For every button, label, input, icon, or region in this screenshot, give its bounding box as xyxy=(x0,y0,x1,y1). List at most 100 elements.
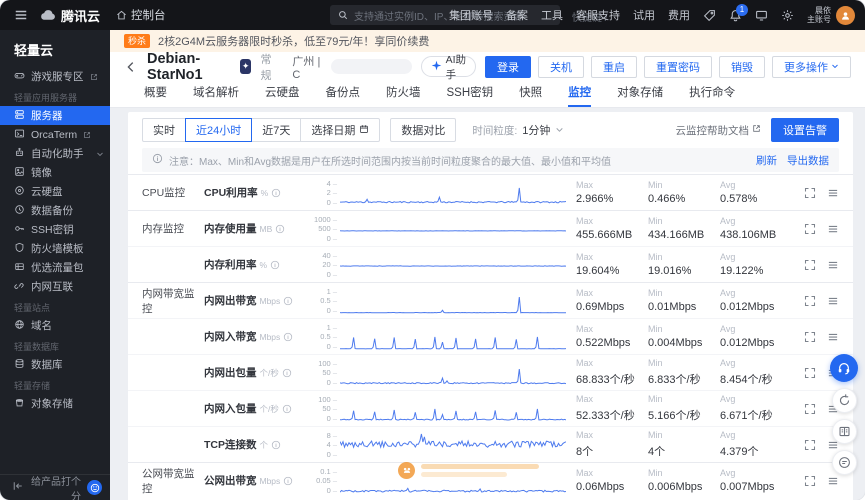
tab-执行命令[interactable]: 执行命令 xyxy=(689,84,735,107)
row-menu-icon[interactable] xyxy=(827,331,839,343)
sparkline-chart-CPU利用率[interactable] xyxy=(340,180,566,206)
set-alarm-button[interactable]: 设置告警 xyxy=(771,118,839,142)
tab-概要[interactable]: 概要 xyxy=(144,84,167,107)
expand-chart-icon[interactable] xyxy=(804,331,816,343)
notification-bell-icon[interactable]: 1 xyxy=(729,3,748,22)
tab-防火墙[interactable]: 防火墙 xyxy=(386,84,421,107)
promotion-tag-icon[interactable] xyxy=(703,9,716,22)
sparkline-chart-TCP连接数[interactable] xyxy=(340,432,566,458)
expand-chart-icon[interactable] xyxy=(804,187,816,199)
granularity-select[interactable]: 时间粒度: 1分钟 xyxy=(472,121,564,139)
topbar-menu-1[interactable]: 备案 xyxy=(506,7,528,23)
action-button-关机[interactable]: 关机 xyxy=(538,55,585,78)
topbar-menu-3[interactable]: 客服支持 xyxy=(576,7,620,23)
refresh-link[interactable]: 刷新 xyxy=(756,153,777,168)
topbar-menu-2[interactable]: 工具 xyxy=(541,7,563,23)
feedback-refresh-button[interactable] xyxy=(831,388,857,413)
monitor-doc-link[interactable]: 云监控帮助文档 xyxy=(676,123,762,138)
row-menu-icon[interactable] xyxy=(827,187,839,199)
sidebar-item-防火墙模板[interactable]: 防火墙模板 xyxy=(0,239,110,258)
row-menu-icon[interactable] xyxy=(827,475,839,487)
row-menu-icon[interactable] xyxy=(827,295,839,307)
guide-book-button[interactable] xyxy=(831,419,857,444)
export-data-link[interactable]: 导出数据 xyxy=(787,153,829,168)
expand-chart-icon[interactable] xyxy=(804,439,816,451)
sidebar-item-SSH密钥[interactable]: SSH密钥 xyxy=(0,220,110,239)
action-button-销毁[interactable]: 销毁 xyxy=(719,55,766,78)
tab-监控[interactable]: 监控 xyxy=(568,84,592,107)
tab-SSH密钥[interactable]: SSH密钥 xyxy=(447,84,494,107)
sidebar-item-云硬盘[interactable]: 云硬盘 xyxy=(0,182,110,201)
sidebar-item-自动化助手[interactable]: 自动化助手 xyxy=(0,144,110,163)
sparkline-chart-内网入包量[interactable] xyxy=(340,396,566,422)
topbar-menu-0[interactable]: 集团账号 xyxy=(449,7,493,23)
action-button-登录[interactable]: 登录 xyxy=(485,55,532,78)
settings-gear-icon[interactable] xyxy=(781,9,794,22)
sidebar-item-游戏服专区[interactable]: 游戏服专区 xyxy=(0,67,110,86)
tab-云硬盘[interactable]: 云硬盘 xyxy=(265,84,300,107)
expand-chart-icon[interactable] xyxy=(804,475,816,487)
info-icon[interactable] xyxy=(275,224,285,234)
info-icon[interactable] xyxy=(270,260,280,270)
info-icon[interactable] xyxy=(283,476,293,486)
tab-快照[interactable]: 快照 xyxy=(519,84,542,107)
brand-logo[interactable]: 腾讯云 xyxy=(40,6,100,25)
expand-chart-icon[interactable] xyxy=(804,259,816,271)
sidebar-item-数据库[interactable]: 数据库 xyxy=(0,355,110,374)
info-icon[interactable] xyxy=(282,404,292,414)
ai-assistant-button[interactable]: AI助手 xyxy=(420,54,477,81)
info-icon[interactable] xyxy=(283,296,293,306)
segment-近7天[interactable]: 近7天 xyxy=(251,118,302,142)
sparkline-chart-内网入带宽[interactable] xyxy=(340,324,566,350)
main-content: 秒杀 2核2G4M云服务器限时秒杀，低至79元/年！享同价续费 Debian-S… xyxy=(110,30,865,500)
action-button-重置密码[interactable]: 重置密码 xyxy=(644,55,713,78)
sparkline-chart-公网出带宽[interactable] xyxy=(340,468,566,494)
sidebar-item-对象存储[interactable]: 对象存储 xyxy=(0,394,110,413)
info-icon[interactable] xyxy=(271,440,281,450)
sidebar-item-域名[interactable]: 域名 xyxy=(0,316,110,335)
topbar-menu-5[interactable]: 费用 xyxy=(668,7,690,23)
sparkline-chart-内网出带宽[interactable] xyxy=(340,288,566,314)
action-button-重启[interactable]: 重启 xyxy=(591,55,638,78)
console-link[interactable]: 控制台 xyxy=(116,7,166,23)
info-icon[interactable] xyxy=(271,188,281,198)
row-menu-icon[interactable] xyxy=(827,259,839,271)
expand-chart-icon[interactable] xyxy=(804,295,816,307)
rate-product-link[interactable]: 给产品打个分 xyxy=(30,473,81,500)
expand-chart-icon[interactable] xyxy=(804,223,816,235)
sparkline-chart-内网出包量[interactable] xyxy=(340,360,566,386)
sparkline-chart-内存利用率[interactable] xyxy=(340,252,566,278)
sidebar-item-镜像[interactable]: 镜像 xyxy=(0,163,110,182)
segment-近24小时[interactable]: 近24小时 xyxy=(185,118,253,142)
tab-对象存储[interactable]: 对象存储 xyxy=(617,84,663,107)
topbar-menu-4[interactable]: 试用 xyxy=(633,7,655,23)
back-arrow-icon[interactable] xyxy=(124,60,138,74)
tab-域名解析[interactable]: 域名解析 xyxy=(193,84,239,107)
data-compare-button[interactable]: 数据对比 xyxy=(390,118,457,142)
info-icon[interactable] xyxy=(283,332,293,342)
expand-chart-icon[interactable] xyxy=(804,367,816,379)
support-headset-button[interactable] xyxy=(830,354,858,382)
action-button-更多操作[interactable]: 更多操作 xyxy=(772,55,852,78)
instance-id-pill[interactable] xyxy=(331,59,412,74)
segment-选择日期[interactable]: 选择日期 xyxy=(300,118,381,142)
segment-实时[interactable]: 实时 xyxy=(142,118,186,142)
sidebar-item-服务器[interactable]: 服务器 xyxy=(0,106,110,125)
info-icon[interactable] xyxy=(282,368,292,378)
tab-备份点[interactable]: 备份点 xyxy=(326,84,361,107)
account-menu[interactable]: 晨依 主账号 xyxy=(807,5,855,25)
sidebar-item-数据备份[interactable]: 数据备份 xyxy=(0,201,110,220)
sidebar-item-优选流量包[interactable]: 优选流量包 xyxy=(0,258,110,277)
sidebar-item-内网互联[interactable]: 内网互联 xyxy=(0,277,110,296)
avatar[interactable] xyxy=(836,5,855,25)
promo-banner[interactable]: 秒杀 2核2G4M云服务器限时秒杀，低至79元/年！享同价续费 xyxy=(110,30,865,52)
sparkline-chart-内存使用量[interactable] xyxy=(340,216,566,242)
hamburger-menu-icon[interactable] xyxy=(14,8,28,22)
smiley-icon[interactable] xyxy=(87,480,102,495)
row-menu-icon[interactable] xyxy=(827,223,839,235)
sidebar-item-OrcaTerm[interactable]: OrcaTerm xyxy=(0,125,110,144)
expand-chart-icon[interactable] xyxy=(804,403,816,415)
collapse-sidebar-icon[interactable] xyxy=(12,480,24,495)
console-display-icon[interactable] xyxy=(755,9,768,22)
survey-comment-button[interactable] xyxy=(831,450,857,475)
